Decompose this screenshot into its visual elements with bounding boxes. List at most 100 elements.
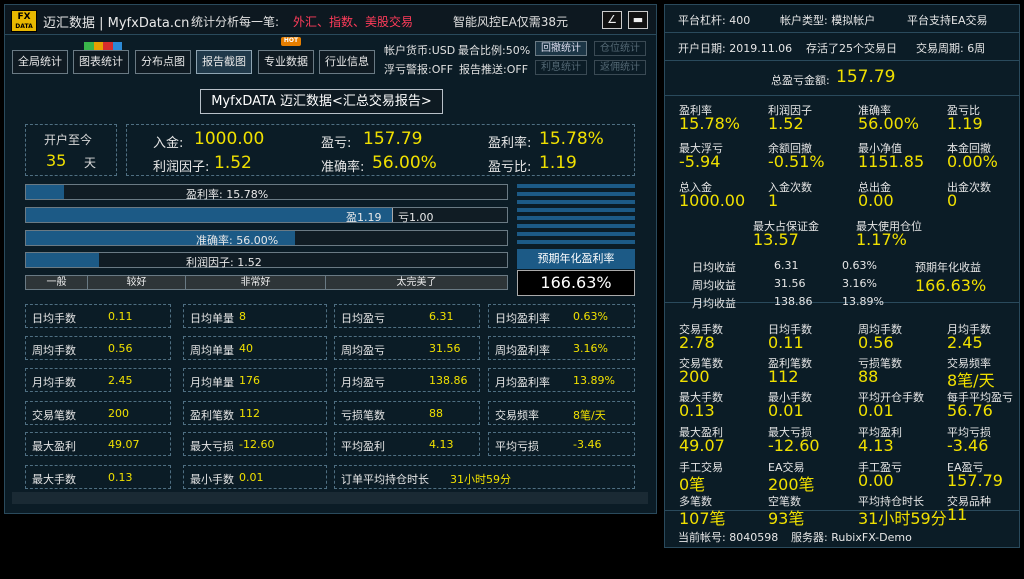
stat-label: 周均单量 (190, 344, 234, 357)
avg-income-label: 日均收益 (692, 261, 736, 274)
trade-stat-value: -12.60 (768, 436, 820, 455)
trade-stat-value: 0.01 (858, 401, 894, 420)
stat-label: 交易笔数 (32, 409, 76, 422)
stat-cell: 平均亏损 -3.46 (488, 432, 635, 456)
metric-value: -5.94 (679, 152, 721, 171)
float-alert: 浮亏警报:OFF (384, 63, 454, 76)
pl-ratio-label: 盈亏比: (488, 160, 532, 175)
alive-days: 存活了25个交易日 (806, 42, 897, 55)
trade-stat-value: 0笔 (679, 475, 706, 494)
avg-income-label: 周均收益 (692, 279, 736, 292)
stat-value: 3.16% (573, 342, 608, 355)
win-text: 盈1.19 (346, 211, 382, 224)
trade-stat-value: 88 (858, 367, 879, 386)
leverage: 平台杠杆: 400 (678, 14, 751, 27)
pl-bar: 盈1.19 亏1.00 (25, 207, 508, 224)
position-stats-button[interactable]: 仓位统计 (594, 41, 646, 56)
nav-scatter[interactable]: 分布点图 (135, 50, 191, 74)
metric-value: 1.19 (947, 114, 983, 133)
stripe (517, 216, 635, 220)
ea-ad-link[interactable]: 智能风控EA仅需38元 (453, 13, 568, 30)
stat-label: 日均手数 (32, 312, 76, 325)
nav-chart-stats[interactable]: 图表统计 (73, 50, 129, 74)
stat-value: 31小时59分 (450, 473, 511, 486)
max-position-value: 1.17% (856, 230, 907, 249)
accuracy-label: 准确率: (321, 160, 365, 175)
app-title: 迈汇数据 | MyfxData.cn (43, 16, 190, 31)
loss-text: 亏1.00 (398, 211, 434, 224)
summary-box: 入金: 1000.00 盈亏: 157.79 盈利率: 15.78% 利润因子:… (126, 124, 635, 176)
stat-cell: 日均手数 0.11 (25, 304, 171, 328)
total-pnl-value: 157.79 (836, 67, 896, 87)
stat-value: 200 (108, 407, 129, 420)
accuracy-value: 56.00% (372, 153, 437, 173)
annual-income-label: 预期年化收益 (915, 261, 981, 274)
metric-value: 0.00% (947, 152, 998, 171)
slogan: 统计分析每一笔: (191, 15, 280, 29)
stripe (517, 240, 635, 244)
total-pnl-label: 总盈亏金额: (771, 74, 830, 87)
pl-divider (392, 208, 393, 222)
trade-stat-value: 2.78 (679, 333, 715, 352)
stat-label: 月均单量 (190, 376, 234, 389)
metric-value: -0.51% (768, 152, 825, 171)
stat-value: 0.01 (239, 471, 264, 484)
stat-value: 0.13 (108, 471, 133, 484)
metric-value: 1000.00 (679, 191, 746, 210)
stat-value: 4.13 (429, 438, 454, 451)
stat-label: 日均盈亏 (341, 312, 385, 325)
stat-label: 周均盈亏 (341, 344, 385, 357)
trade-stat-value: 11 (947, 505, 968, 524)
rebate-stats-button[interactable]: 返佣统计 (594, 60, 646, 75)
stripe (517, 200, 635, 204)
stat-cell: 周均盈利率 3.16% (488, 336, 635, 360)
nav-pro-data[interactable]: 专业数据 (258, 50, 314, 74)
stripe (517, 232, 635, 236)
interest-stats-button[interactable]: 利息统计 (535, 60, 587, 75)
edit-icon[interactable]: ∠ (602, 11, 622, 29)
profit-rate-bar: 盈利率: 15.78% (25, 184, 508, 201)
stripe (517, 224, 635, 228)
stat-label: 盈利笔数 (190, 409, 234, 422)
withdraw-stats-button[interactable]: 回撤统计 (535, 41, 587, 56)
stat-cell: 平均盈利 4.13 (334, 432, 480, 456)
annual-label: 预期年化盈利率 (517, 249, 635, 269)
max-margin-value: 13.57 (753, 230, 799, 249)
profit-rate-bar-text: 盈利率: 15.78% (186, 188, 269, 201)
nav-report-shot[interactable]: 报告截图 (196, 50, 252, 74)
stat-cell: 盈利笔数 112 (183, 401, 327, 425)
pl-ratio-value: 1.19 (539, 153, 577, 173)
stat-label: 周均手数 (32, 344, 76, 357)
open-days-box: 开户至今 35 天 (25, 124, 117, 176)
annual-income-value: 166.63% (915, 276, 987, 295)
stat-label: 亏损笔数 (341, 409, 385, 422)
open-days: 35 (46, 151, 67, 170)
trade-stat-value: 8笔/天 (947, 371, 995, 390)
rating-perfect: 太完美了 (396, 277, 437, 288)
win-fill (26, 208, 393, 222)
stat-cell: 月均单量 176 (183, 368, 327, 392)
nav-global-stats[interactable]: 全局统计 (12, 50, 68, 74)
slogan-highlight: 外汇、指数、美股交易 (293, 15, 414, 29)
pnl-label: 盈亏: (321, 136, 352, 151)
stat-value: 8 (239, 310, 246, 323)
ea-support: 平台支持EA交易 (907, 14, 988, 27)
stat-value: 0.11 (108, 310, 133, 323)
rating-good: 较好 (88, 276, 186, 289)
stat-label: 周均盈利率 (495, 344, 550, 357)
minimize-icon[interactable]: ▬ (628, 11, 648, 29)
horizontal-scrollbar[interactable] (12, 492, 648, 504)
trade-stat-value: 107笔 (679, 509, 726, 528)
stat-cell: 订单平均持仓时长 31小时59分 (334, 465, 635, 489)
stat-label: 平均盈利 (341, 440, 385, 453)
metric-value: 56.00% (858, 114, 920, 133)
stat-cell: 最大盈利 49.07 (25, 432, 171, 456)
server: 服务器: RubixFX-Demo (791, 531, 912, 544)
trade-stat-value: -3.46 (947, 436, 989, 455)
nav-industry[interactable]: 行业信息 (319, 50, 375, 74)
report-title: MyfxDATA 迈汇数据<汇总交易报告> (200, 89, 443, 114)
stat-value: 0.56 (108, 342, 133, 355)
rating-very-good: 非常好 (186, 276, 326, 289)
avg-income-amount: 6.31 (774, 259, 799, 272)
profit-rate-label: 盈利率: (488, 136, 532, 151)
